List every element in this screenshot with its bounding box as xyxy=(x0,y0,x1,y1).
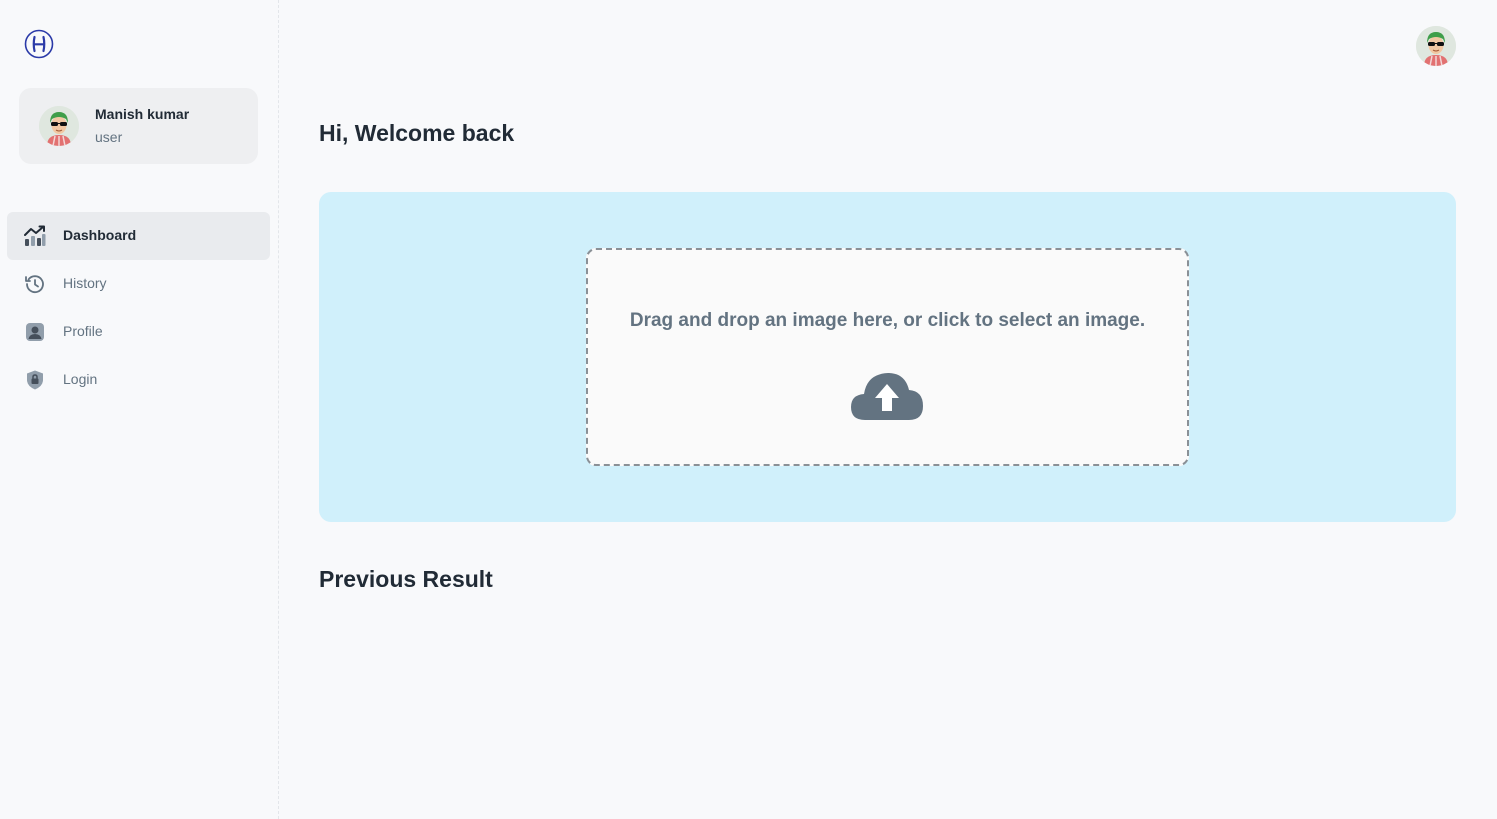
sidebar-item-history[interactable]: History xyxy=(7,260,270,308)
header-avatar[interactable] xyxy=(1416,26,1456,66)
sidebar-item-label: History xyxy=(63,275,107,291)
chart-trend-icon xyxy=(24,225,46,247)
sidebar-item-label: Login xyxy=(63,371,98,387)
page-title: Hi, Welcome back xyxy=(319,120,515,146)
upload-panel: Drag and drop an image here, or click to… xyxy=(319,192,1456,522)
image-dropzone[interactable]: Drag and drop an image here, or click to… xyxy=(586,248,1189,466)
dropzone-instructions: Drag and drop an image here, or click to… xyxy=(629,310,1146,331)
sidebar-item-label: Profile xyxy=(63,323,103,339)
user-avatar xyxy=(39,106,79,146)
profile-icon xyxy=(24,321,46,343)
history-icon xyxy=(24,273,46,295)
sidebar-item-label: Dashboard xyxy=(63,227,137,243)
account-role: user xyxy=(95,129,123,145)
account-name: Manish kumar xyxy=(95,106,190,122)
previous-result-title: Previous Result xyxy=(319,566,493,592)
h-logo-icon[interactable] xyxy=(24,29,54,59)
account-card[interactable]: Manish kumar user xyxy=(19,88,258,164)
sidebar-nav: Dashboard History Profile Login xyxy=(7,212,270,404)
sidebar: Manish kumar user Dashboard History Prof… xyxy=(0,0,279,819)
cloud-upload-icon xyxy=(851,370,925,422)
sidebar-item-login[interactable]: Login xyxy=(7,356,270,404)
app-root: Manish kumar user Dashboard History Prof… xyxy=(0,0,1497,819)
sidebar-item-dashboard[interactable]: Dashboard xyxy=(7,212,270,260)
lock-shield-icon xyxy=(24,369,46,391)
sidebar-item-profile[interactable]: Profile xyxy=(7,308,270,356)
